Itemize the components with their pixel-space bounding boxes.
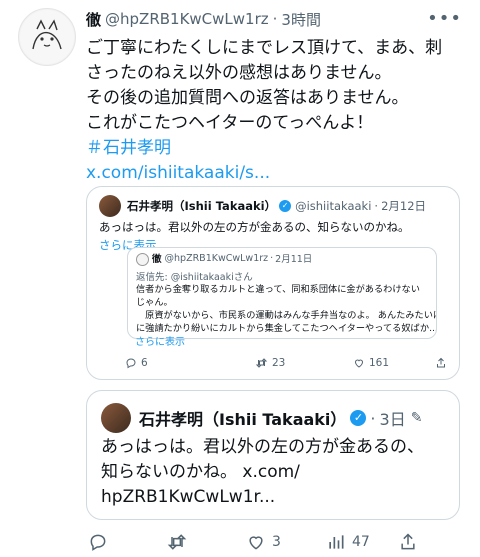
nested-line: 原資がないから、市民系の運動はみんな手弁当なのよ。 あんたみたいに	[136, 310, 437, 321]
repost-icon	[255, 358, 268, 368]
tweet-line: その後の追加質問への返答はありません。	[86, 88, 409, 108]
quoted-line: hpZRB1KwCwLw1r...	[101, 487, 276, 507]
url-link[interactable]: x.com/ishiitakaaki/s...	[86, 161, 462, 186]
like-count-value: 3	[272, 534, 281, 550]
nested-quoted-tweet[interactable]: 徹 @hpZRB1KwCwLw1rz · 2月11日 返信先: @ishiita…	[127, 247, 437, 339]
quoted-text: あっはっは。君以外の左の方が金あるの、知らないのかね。	[99, 220, 410, 234]
action-bar: 3 47	[0, 528, 480, 556]
separator-dot: ·	[370, 408, 376, 428]
separator-dot: ·	[272, 10, 278, 28]
quoted-author-name[interactable]: 石井孝明（Ishii Takaaki）	[127, 198, 276, 214]
share-button[interactable]	[398, 532, 418, 552]
tweet-header: 徹 @hpZRB1KwCwLw1rz · 3時間	[86, 8, 461, 30]
verified-badge-icon: ✓	[350, 410, 367, 426]
hashtag-link[interactable]: ＃石井孝明	[86, 136, 462, 161]
nested-line: 信者から金奪り取るカルトと違って、同和系団体に金があるわけない	[136, 284, 420, 295]
like-count[interactable]: 161	[353, 357, 389, 369]
quoted-author-name[interactable]: 石井孝明（Ishii Takaaki）	[139, 406, 346, 430]
nested-show-more-link[interactable]: さらに表示	[135, 333, 185, 348]
verified-badge-icon: ✓	[279, 200, 292, 212]
share-icon	[401, 533, 415, 550]
quoted-text: あっはっは。君以外の左の方が金あるの、 知らないのかね。 x.com/ hpZR…	[101, 435, 424, 510]
quoted-author-avatar[interactable]	[101, 403, 131, 433]
reply-count-value: 6	[141, 357, 148, 369]
nested-author-handle[interactable]: @hpZRB1KwCwLw1rz	[165, 253, 269, 264]
tweet-time[interactable]: 3時間	[281, 9, 321, 30]
author-name[interactable]: 徹	[86, 9, 101, 30]
share-icon	[437, 357, 445, 368]
repost-count[interactable]: 23	[255, 357, 285, 369]
reply-icon	[90, 534, 106, 551]
tweet-line: これがこたつヘイターのてっぺんよ！	[86, 113, 374, 133]
quoted-tweet-large[interactable]: 石井孝明（Ishii Takaaki） ✓ · 3日 ✎ あっはっは。君以外の左…	[86, 390, 460, 520]
reply-count[interactable]: 6	[125, 357, 148, 369]
quoted-tweet[interactable]: 石井孝明（Ishii Takaaki） ✓ @ishiitakaaki · 2月…	[86, 186, 460, 380]
edited-pencil-icon: ✎	[410, 410, 423, 426]
quoted-line: あっはっは。君以外の左の方が金あるの、	[101, 437, 424, 457]
separator-dot: ·	[270, 252, 274, 264]
tweet-text: ご丁寧にわたくしにまでレス頂けて、まあ、刺 さったのねえ以外の感想はありません。…	[86, 36, 462, 186]
nested-date[interactable]: 2月11日	[275, 251, 312, 265]
reply-to-label[interactable]: 返信先: @ishiitakaakiさん	[136, 269, 253, 283]
quoted-time[interactable]: 3日	[380, 406, 406, 430]
like-button[interactable]: 3	[246, 532, 281, 552]
reply-button[interactable]	[88, 532, 108, 552]
heart-icon	[354, 359, 364, 368]
nested-line: じゃん。	[136, 297, 173, 308]
nested-author-avatar[interactable]	[136, 253, 149, 266]
like-count-value: 161	[369, 357, 390, 369]
nested-author-name[interactable]: 徹	[152, 251, 162, 265]
view-count-value: 47	[352, 534, 370, 550]
reply-icon	[126, 358, 136, 369]
heart-icon	[249, 536, 263, 550]
tweet-line: さったのねえ以外の感想はありません。	[86, 63, 392, 83]
share-button[interactable]	[435, 357, 447, 369]
quoted-date[interactable]: 2月12日	[381, 198, 426, 214]
views-button[interactable]: 47	[326, 532, 370, 552]
quoted-author-avatar[interactable]	[99, 195, 121, 217]
more-options-icon[interactable]: •••	[427, 8, 462, 29]
author-handle[interactable]: @hpZRB1KwCwLw1rz	[105, 10, 269, 28]
author-avatar[interactable]	[18, 8, 76, 66]
tweet-line: ご丁寧にわたくしにまでレス頂けて、まあ、刺	[86, 38, 443, 58]
tweet[interactable]: 徹 @hpZRB1KwCwLw1rz · 3時間 ••• ご丁寧にわたくしにまで…	[0, 0, 480, 557]
views-chart-icon	[329, 535, 344, 549]
quoted-line: 知らないのかね。 x.com/	[101, 462, 300, 482]
repost-button[interactable]	[166, 532, 188, 552]
separator-dot: ·	[374, 199, 379, 213]
repost-count-value: 23	[272, 357, 286, 369]
quoted-author-handle[interactable]: @ishiitakaaki	[295, 199, 371, 213]
repost-icon	[167, 534, 187, 550]
nested-text: 信者から金奪り取るカルトと違って、同和系団体に金があるわけない じゃん。 原資が…	[136, 283, 437, 335]
